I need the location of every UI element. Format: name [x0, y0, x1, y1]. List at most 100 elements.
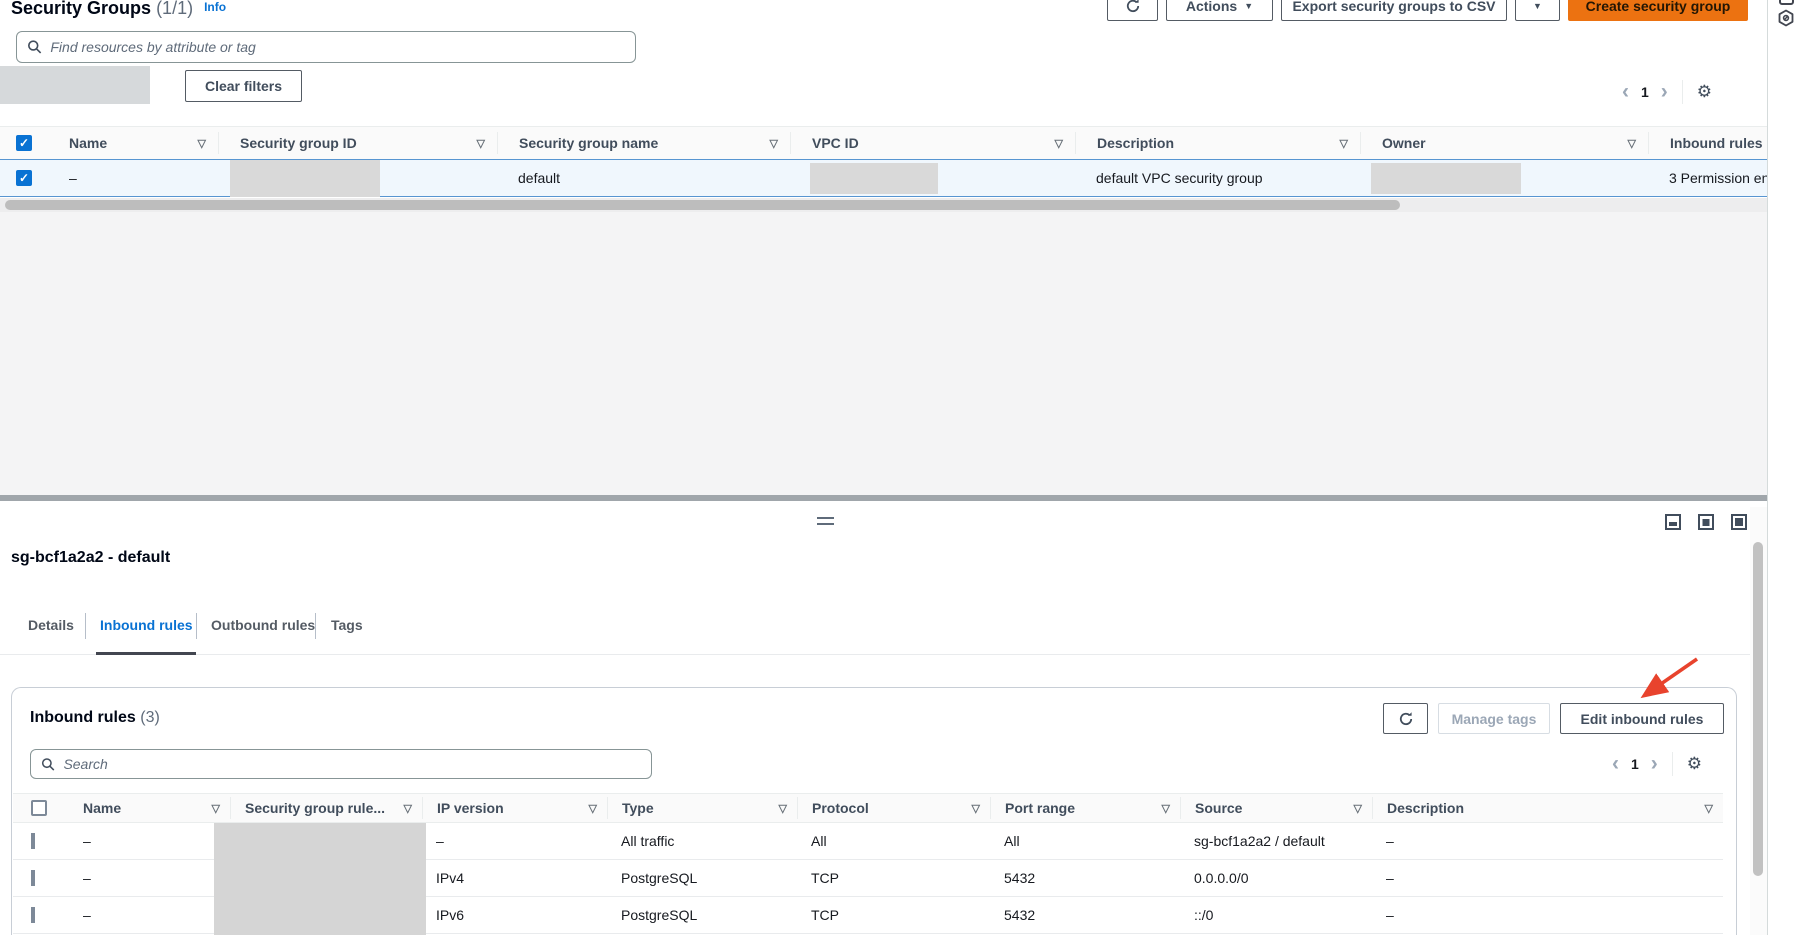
column-header-ip-version: IP version▽ — [422, 797, 607, 819]
rules-search-input[interactable] — [63, 756, 641, 772]
redacted-vpc-id — [810, 163, 938, 194]
filter-funnel-icon[interactable]: ▽ — [1705, 802, 1713, 815]
cell-name: – — [48, 170, 218, 186]
refresh-button[interactable] — [1383, 703, 1428, 734]
vertical-scrollbar-thumb[interactable] — [1753, 542, 1763, 876]
split-panel-drag-handle-icon[interactable] — [817, 517, 834, 525]
tools-panel-icon[interactable] — [1779, 0, 1794, 5]
panel-position-side-icon[interactable] — [1698, 514, 1714, 530]
rules-search-box — [30, 749, 652, 779]
row-checkbox[interactable]: ✓ — [16, 170, 32, 186]
cell-protocol: All — [797, 833, 990, 849]
rules-table-header: Name▽ Security group rule...▽ IP version… — [13, 793, 1723, 823]
filter-funnel-icon[interactable]: ▽ — [1162, 802, 1170, 815]
inbound-rules-card: Inbound rules (3) Manage tags Edit inbou… — [11, 687, 1737, 935]
export-csv-button[interactable]: Export security groups to CSV — [1281, 0, 1507, 21]
redacted-rule-ids — [214, 823, 426, 935]
cell-type: All traffic — [607, 833, 797, 849]
column-header-name: Name▽ — [69, 797, 230, 819]
filter-funnel-icon[interactable]: ▽ — [477, 137, 485, 150]
row-checkbox[interactable] — [31, 907, 35, 923]
page-number[interactable]: 1 — [1641, 84, 1649, 100]
next-page-icon[interactable]: › — [1661, 82, 1668, 102]
filter-funnel-icon[interactable]: ▽ — [770, 137, 778, 150]
select-all-checkbox[interactable]: ✓ — [16, 135, 32, 151]
panel-position-bottom-icon[interactable] — [1665, 514, 1681, 530]
gear-icon[interactable]: ⚙ — [1687, 754, 1702, 774]
redacted-owner — [1371, 163, 1521, 194]
resource-search-input[interactable] — [50, 39, 625, 55]
column-header-port-range: Port range▽ — [990, 797, 1180, 819]
filter-funnel-icon[interactable]: ▽ — [1354, 802, 1362, 815]
cell-port-range: 5432 — [990, 870, 1180, 886]
actions-button[interactable]: Actions ▼ — [1166, 0, 1273, 21]
search-icon — [27, 39, 42, 55]
page-title-count: (1/1) — [156, 0, 193, 18]
previous-page-icon[interactable]: ‹ — [1622, 82, 1629, 102]
export-csv-caret-button[interactable]: ▼ — [1515, 0, 1560, 21]
split-panel: sg-bcf1a2a2 - default Details Inbound ru… — [0, 501, 1767, 935]
info-link[interactable]: Info — [204, 0, 226, 14]
redacted-sg-id — [230, 160, 380, 197]
cell-port-range: 5432 — [990, 907, 1180, 923]
tab-tags[interactable]: Tags — [331, 617, 363, 633]
page-title-text: Security Groups — [11, 0, 151, 18]
create-security-group-button[interactable]: Create security group — [1568, 0, 1748, 21]
cell-description: – — [1372, 870, 1723, 886]
filter-funnel-icon[interactable]: ▽ — [1628, 137, 1636, 150]
hexagon-tool-icon[interactable] — [1777, 9, 1795, 27]
cell-description: default VPC security group — [1075, 170, 1360, 186]
pagination-bottom: ‹ 1 › ⚙ — [1612, 752, 1702, 776]
panel-position-full-icon[interactable] — [1731, 514, 1747, 530]
cell-ip-version: – — [422, 833, 607, 849]
refresh-icon — [1398, 711, 1414, 727]
edit-inbound-rules-button[interactable]: Edit inbound rules — [1560, 703, 1724, 734]
column-header-type: Type▽ — [607, 797, 797, 819]
cell-protocol: TCP — [797, 907, 990, 923]
gear-icon[interactable]: ⚙ — [1697, 82, 1712, 102]
filter-funnel-icon[interactable]: ▽ — [404, 802, 412, 815]
column-header-name: Name▽ — [48, 132, 218, 154]
right-tools-strip — [1767, 0, 1800, 935]
next-page-icon[interactable]: › — [1651, 754, 1658, 774]
column-header-sg-id: Security group ID▽ — [218, 132, 497, 154]
cell-source: sg-bcf1a2a2 / default — [1180, 833, 1372, 849]
resource-search-box — [16, 31, 636, 63]
filter-funnel-icon[interactable]: ▽ — [779, 802, 787, 815]
column-header-rule-id: Security group rule...▽ — [230, 797, 422, 819]
tab-inbound-rules[interactable]: Inbound rules — [100, 617, 193, 633]
pagination-divider — [1672, 752, 1673, 776]
filter-funnel-icon[interactable]: ▽ — [589, 802, 597, 815]
cell-name: – — [69, 870, 230, 886]
select-all-cell: ✓ — [0, 132, 48, 154]
filter-chip-redacted — [0, 66, 150, 104]
cell-ip-version: IPv4 — [422, 870, 607, 886]
row-checkbox[interactable] — [31, 870, 35, 886]
filter-funnel-icon[interactable]: ▽ — [212, 802, 220, 815]
manage-tags-button[interactable]: Manage tags — [1438, 703, 1550, 734]
column-header-sg-name: Security group name▽ — [497, 132, 790, 154]
groups-table-header: ✓ Name▽ Security group ID▽ Security grou… — [0, 126, 1800, 159]
column-header-protocol: Protocol▽ — [797, 797, 990, 819]
page-title: Security Groups (1/1) Info — [11, 0, 226, 19]
filter-funnel-icon[interactable]: ▽ — [972, 802, 980, 815]
row-checkbox[interactable] — [31, 833, 35, 849]
search-icon — [41, 757, 55, 772]
select-all-checkbox[interactable] — [31, 800, 47, 816]
select-all-cell — [13, 797, 69, 819]
pagination-divider — [1682, 80, 1683, 104]
clear-filters-button[interactable]: Clear filters — [185, 70, 302, 102]
tab-details[interactable]: Details — [28, 617, 74, 633]
refresh-button[interactable] — [1107, 0, 1158, 21]
filter-funnel-icon[interactable]: ▽ — [1055, 137, 1063, 150]
previous-page-icon[interactable]: ‹ — [1612, 754, 1619, 774]
split-panel-title: sg-bcf1a2a2 - default — [11, 549, 170, 567]
horizontal-scrollbar-thumb[interactable] — [5, 200, 1400, 210]
cell-name: – — [69, 833, 230, 849]
filter-funnel-icon[interactable]: ▽ — [1340, 137, 1348, 150]
filter-funnel-icon[interactable]: ▽ — [198, 137, 206, 150]
tab-outbound-rules[interactable]: Outbound rules — [211, 617, 315, 633]
page-number[interactable]: 1 — [1631, 756, 1639, 772]
pagination-top: ‹ 1 › ⚙ — [1622, 80, 1712, 104]
column-header-vpc-id: VPC ID▽ — [790, 132, 1075, 154]
